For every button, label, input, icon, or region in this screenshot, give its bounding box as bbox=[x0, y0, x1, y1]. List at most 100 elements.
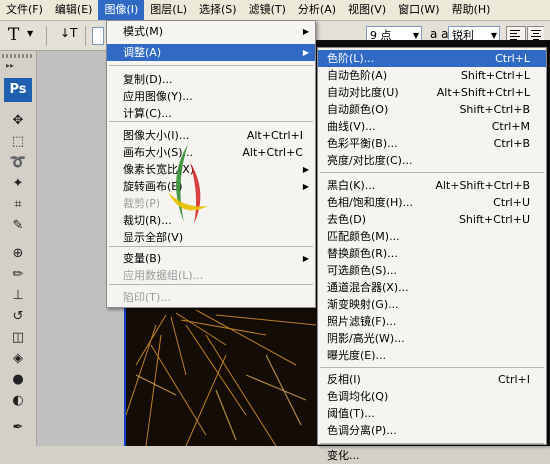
blur-tool-icon[interactable]: ● bbox=[9, 371, 27, 389]
adjustments-menu-item[interactable]: 匹配颜色(M)... bbox=[318, 228, 546, 245]
image-menu-item[interactable]: 模式(M) ▶ bbox=[107, 23, 315, 40]
image-menu-item: 应用数据组(L)... bbox=[107, 267, 315, 284]
document-canvas[interactable] bbox=[124, 305, 316, 446]
adjustments-menu-item[interactable]: 可选颜色(S)... bbox=[318, 262, 546, 279]
adjustments-menu-item[interactable]: 色阶(L)... Ctrl+L bbox=[318, 50, 546, 67]
menu-item-label: 自动色阶(A) bbox=[327, 69, 388, 82]
adjustments-menu-item[interactable]: 色调分离(P)... bbox=[318, 422, 546, 439]
adjustments-menu-item[interactable]: 黑白(K)... Alt+Shift+Ctrl+B bbox=[318, 177, 546, 194]
adjustments-menu-item[interactable]: 自动颜色(O) Shift+Ctrl+B bbox=[318, 101, 546, 118]
submenu-arrow-icon: ▶ bbox=[302, 48, 309, 57]
menu-separator bbox=[109, 246, 313, 247]
menu-filter[interactable]: 滤镜(T) bbox=[243, 0, 292, 20]
menu-separator bbox=[109, 65, 313, 66]
adjustments-menu-item[interactable]: 阈值(T)... bbox=[318, 405, 546, 422]
adjustments-menu-item[interactable]: 曲线(V)... Ctrl+M bbox=[318, 118, 546, 135]
marquee-tool-icon[interactable]: ⬚ bbox=[9, 133, 27, 151]
image-menu-item[interactable]: 应用图像(Y)... bbox=[107, 88, 315, 105]
magic-wand-tool-icon[interactable]: ✦ bbox=[9, 175, 27, 193]
history-brush-tool-icon[interactable]: ↺ bbox=[9, 308, 27, 326]
menu-image[interactable]: 图像(I) bbox=[98, 0, 145, 20]
menu-item-label: 色相/饱和度(H)... bbox=[327, 196, 414, 209]
submenu-arrow-icon: ▶ bbox=[302, 165, 309, 174]
paint-bucket-tool-icon[interactable]: ◈ bbox=[9, 350, 27, 368]
move-tool-icon[interactable]: ✥ bbox=[9, 112, 27, 130]
adjustments-menu-item[interactable]: 阴影/高光(W)... bbox=[318, 330, 546, 347]
antialias-icon: a a bbox=[430, 27, 449, 41]
menu-analysis[interactable]: 分析(A) bbox=[292, 0, 342, 20]
menu-layer[interactable]: 图层(L) bbox=[144, 0, 193, 20]
menu-item-shortcut: Shift+Ctrl+U bbox=[458, 213, 530, 226]
menu-window[interactable]: 窗口(W) bbox=[392, 0, 445, 20]
image-menu-item[interactable]: 显示全部(V) bbox=[107, 229, 315, 246]
image-menu-item: 裁剪(P) bbox=[107, 195, 315, 212]
dodge-tool-icon[interactable]: ◐ bbox=[9, 392, 27, 410]
eraser-tool-icon[interactable]: ◫ bbox=[9, 329, 27, 347]
crop-tool-icon[interactable]: ⌗ bbox=[9, 196, 27, 214]
font-family-field[interactable] bbox=[92, 27, 104, 45]
text-tool-icon[interactable]: T bbox=[8, 25, 19, 45]
healing-brush-tool-icon[interactable]: ⊕ bbox=[9, 245, 27, 263]
pen-tool-icon[interactable]: ✒ bbox=[9, 419, 27, 437]
adjustments-menu-item[interactable]: 色相/饱和度(H)... Ctrl+U bbox=[318, 194, 546, 211]
image-menu-item[interactable]: 调整(A) ▶ bbox=[107, 44, 315, 61]
image-menu-item[interactable]: 图像大小(I)... Alt+Ctrl+I bbox=[107, 127, 315, 144]
tool-preset-dropdown-icon[interactable]: ▼ bbox=[27, 29, 33, 38]
menu-view[interactable]: 视图(V) bbox=[342, 0, 392, 20]
adjustments-menu-item[interactable]: 渐变映射(G)... bbox=[318, 296, 546, 313]
menu-edit[interactable]: 编辑(E) bbox=[49, 0, 99, 20]
adjustments-menu-item[interactable]: 通道混合器(X)... bbox=[318, 279, 546, 296]
menu-select[interactable]: 选择(S) bbox=[193, 0, 243, 20]
menu-item-shortcut: Ctrl+M bbox=[491, 120, 530, 133]
image-menu-item[interactable]: 变量(B) ▶ bbox=[107, 250, 315, 267]
menu-item-label: 变量(B) bbox=[123, 252, 162, 265]
adjustments-menu-item[interactable]: 亮度/对比度(C)... bbox=[318, 152, 546, 169]
menu-item-label: 可选颜色(S)... bbox=[327, 264, 398, 277]
menu-item-shortcut: Ctrl+I bbox=[497, 373, 530, 386]
adjustments-menu-item[interactable]: 自动色阶(A) Shift+Ctrl+L bbox=[318, 67, 546, 84]
adjustments-menu-item[interactable]: 替换颜色(R)... bbox=[318, 245, 546, 262]
image-menu-item[interactable]: 画布大小(S)... Alt+Ctrl+C bbox=[107, 144, 315, 161]
adjustments-menu-item[interactable]: 去色(D) Shift+Ctrl+U bbox=[318, 211, 546, 228]
menu-item-label: 色阶(L)... bbox=[327, 52, 375, 65]
toolbox-grip[interactable] bbox=[2, 54, 34, 58]
adjustments-submenu: 色阶(L)... Ctrl+L 自动色阶(A) Shift+Ctrl+L 自动对比度(U… bbox=[317, 47, 547, 462]
adjustments-menu-item[interactable]: 自动对比度(U) Alt+Shift+Ctrl+L bbox=[318, 84, 546, 101]
adjustments-menu-item[interactable]: 反相(I) Ctrl+I bbox=[318, 371, 546, 388]
image-menu-item[interactable]: 裁切(R)... bbox=[107, 212, 315, 229]
clone-stamp-tool-icon[interactable]: ⊥ bbox=[9, 287, 27, 305]
adjustments-menu-item[interactable]: 照片滤镜(F)... bbox=[318, 313, 546, 330]
text-orientation-icon[interactable]: ↓T bbox=[60, 26, 77, 40]
image-menu-item[interactable]: 计算(C)... bbox=[107, 105, 315, 122]
menu-item-label: 变化... bbox=[327, 449, 360, 462]
image-menu-item[interactable]: 旋转画布(E) ▶ bbox=[107, 178, 315, 195]
menu-item-label: 色调均化(Q) bbox=[327, 390, 389, 403]
menu-item-label: 裁剪(P) bbox=[123, 197, 161, 210]
menu-item-label: 阴影/高光(W)... bbox=[327, 332, 405, 345]
menu-bar: 文件(F) 编辑(E) 图像(I) 图层(L) 选择(S) 滤镜(T) 分析(A) 视图(V)… bbox=[0, 0, 550, 21]
brush-tool-icon[interactable]: ✏ bbox=[9, 266, 27, 284]
adjustments-menu-item[interactable]: 变化... bbox=[318, 447, 546, 464]
slice-tool-icon[interactable]: ✎ bbox=[9, 217, 27, 235]
adjustments-menu-item[interactable]: 曝光度(E)... bbox=[318, 347, 546, 364]
menu-item-label: 通道混合器(X)... bbox=[327, 281, 409, 294]
adjustments-menu-item[interactable]: 色彩平衡(B)... Ctrl+B bbox=[318, 135, 546, 152]
menu-item-label: 亮度/对比度(C)... bbox=[327, 154, 413, 167]
separator bbox=[46, 26, 47, 46]
adjustments-menu-item[interactable]: 色调均化(Q) bbox=[318, 388, 546, 405]
menu-help[interactable]: 帮助(H) bbox=[446, 0, 497, 20]
image-menu-item[interactable]: 复制(D)... bbox=[107, 71, 315, 88]
menu-item-label: 曝光度(E)... bbox=[327, 349, 387, 362]
collapse-icon[interactable]: ▸▸ bbox=[6, 61, 14, 70]
menu-item-label: 匹配颜色(M)... bbox=[327, 230, 400, 243]
menu-file[interactable]: 文件(F) bbox=[0, 0, 49, 20]
lasso-tool-icon[interactable]: ➰ bbox=[9, 154, 27, 172]
toolbox: ▸▸ Ps ✥ ⬚ ➰ ✦ ⌗ ✎ ⊕ ✏ ⊥ ↺ ◫ ◈ ● ◐ ✒ bbox=[0, 51, 37, 446]
menu-item-shortcut: Alt+Shift+Ctrl+L bbox=[436, 86, 530, 99]
menu-item-shortcut: Alt+Ctrl+I bbox=[246, 129, 303, 142]
menu-item-label: 调整(A) bbox=[123, 46, 162, 59]
menu-item-label: 黑白(K)... bbox=[327, 179, 376, 192]
menu-item-label: 应用图像(Y)... bbox=[123, 90, 193, 103]
image-menu-item[interactable]: 像素长宽比(X) ▶ bbox=[107, 161, 315, 178]
menu-item-label: 陷印(T)... bbox=[123, 291, 171, 304]
